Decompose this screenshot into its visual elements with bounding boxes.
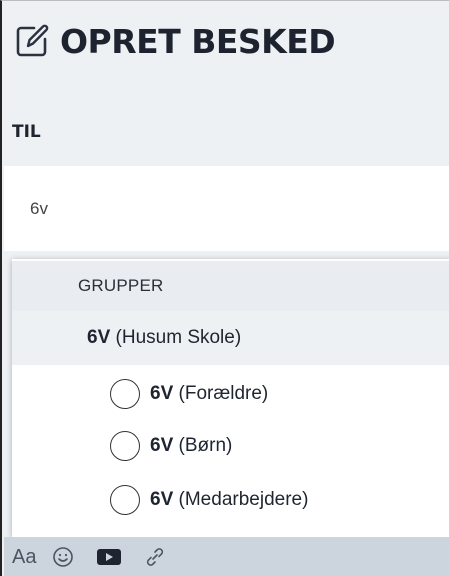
group-name: (Husum Skole) xyxy=(115,327,242,348)
option-code: 6V xyxy=(150,489,174,510)
option-name: (Medarbejdere) xyxy=(178,489,309,510)
compose-message-panel: OPRET BESKED TIL GRUPPER 6V (Husum Skole… xyxy=(0,0,449,576)
groups-section-label: GRUPPER xyxy=(78,276,164,295)
recipient-label: TIL xyxy=(12,122,41,142)
option-children[interactable]: 6V (Børn) xyxy=(12,423,449,469)
video-icon[interactable] xyxy=(96,543,122,571)
text-format-button[interactable]: Aa xyxy=(12,543,36,571)
recipient-field[interactable] xyxy=(4,166,449,251)
option-name: (Børn) xyxy=(178,435,233,456)
option-name: (Forældre) xyxy=(178,383,269,404)
radio-button[interactable] xyxy=(110,431,140,461)
page-title: OPRET BESKED xyxy=(60,21,336,61)
groups-section-header: GRUPPER xyxy=(12,261,449,311)
option-label: 6V (Forældre) xyxy=(150,383,268,405)
link-icon[interactable] xyxy=(144,543,166,571)
radio-button[interactable] xyxy=(110,379,140,409)
recipient-input[interactable] xyxy=(12,194,449,224)
group-row[interactable]: 6V (Husum Skole) xyxy=(12,311,449,365)
emoji-icon[interactable] xyxy=(52,543,74,571)
option-code: 6V xyxy=(150,435,174,456)
editor-toolbar: Aa xyxy=(4,537,449,576)
page-header: OPRET BESKED xyxy=(12,19,336,63)
group-label: 6V (Husum Skole) xyxy=(87,327,241,349)
option-staff[interactable]: 6V (Medarbejdere) xyxy=(12,477,449,523)
recipient-suggestions: GRUPPER 6V (Husum Skole) 6V (Forældre) 6… xyxy=(12,259,449,537)
option-parents[interactable]: 6V (Forældre) xyxy=(12,371,449,417)
option-code: 6V xyxy=(150,383,174,404)
radio-button[interactable] xyxy=(110,485,140,515)
edit-icon xyxy=(12,21,52,61)
option-label: 6V (Medarbejdere) xyxy=(150,489,308,511)
group-code: 6V xyxy=(87,327,111,348)
option-label: 6V (Børn) xyxy=(150,435,232,457)
